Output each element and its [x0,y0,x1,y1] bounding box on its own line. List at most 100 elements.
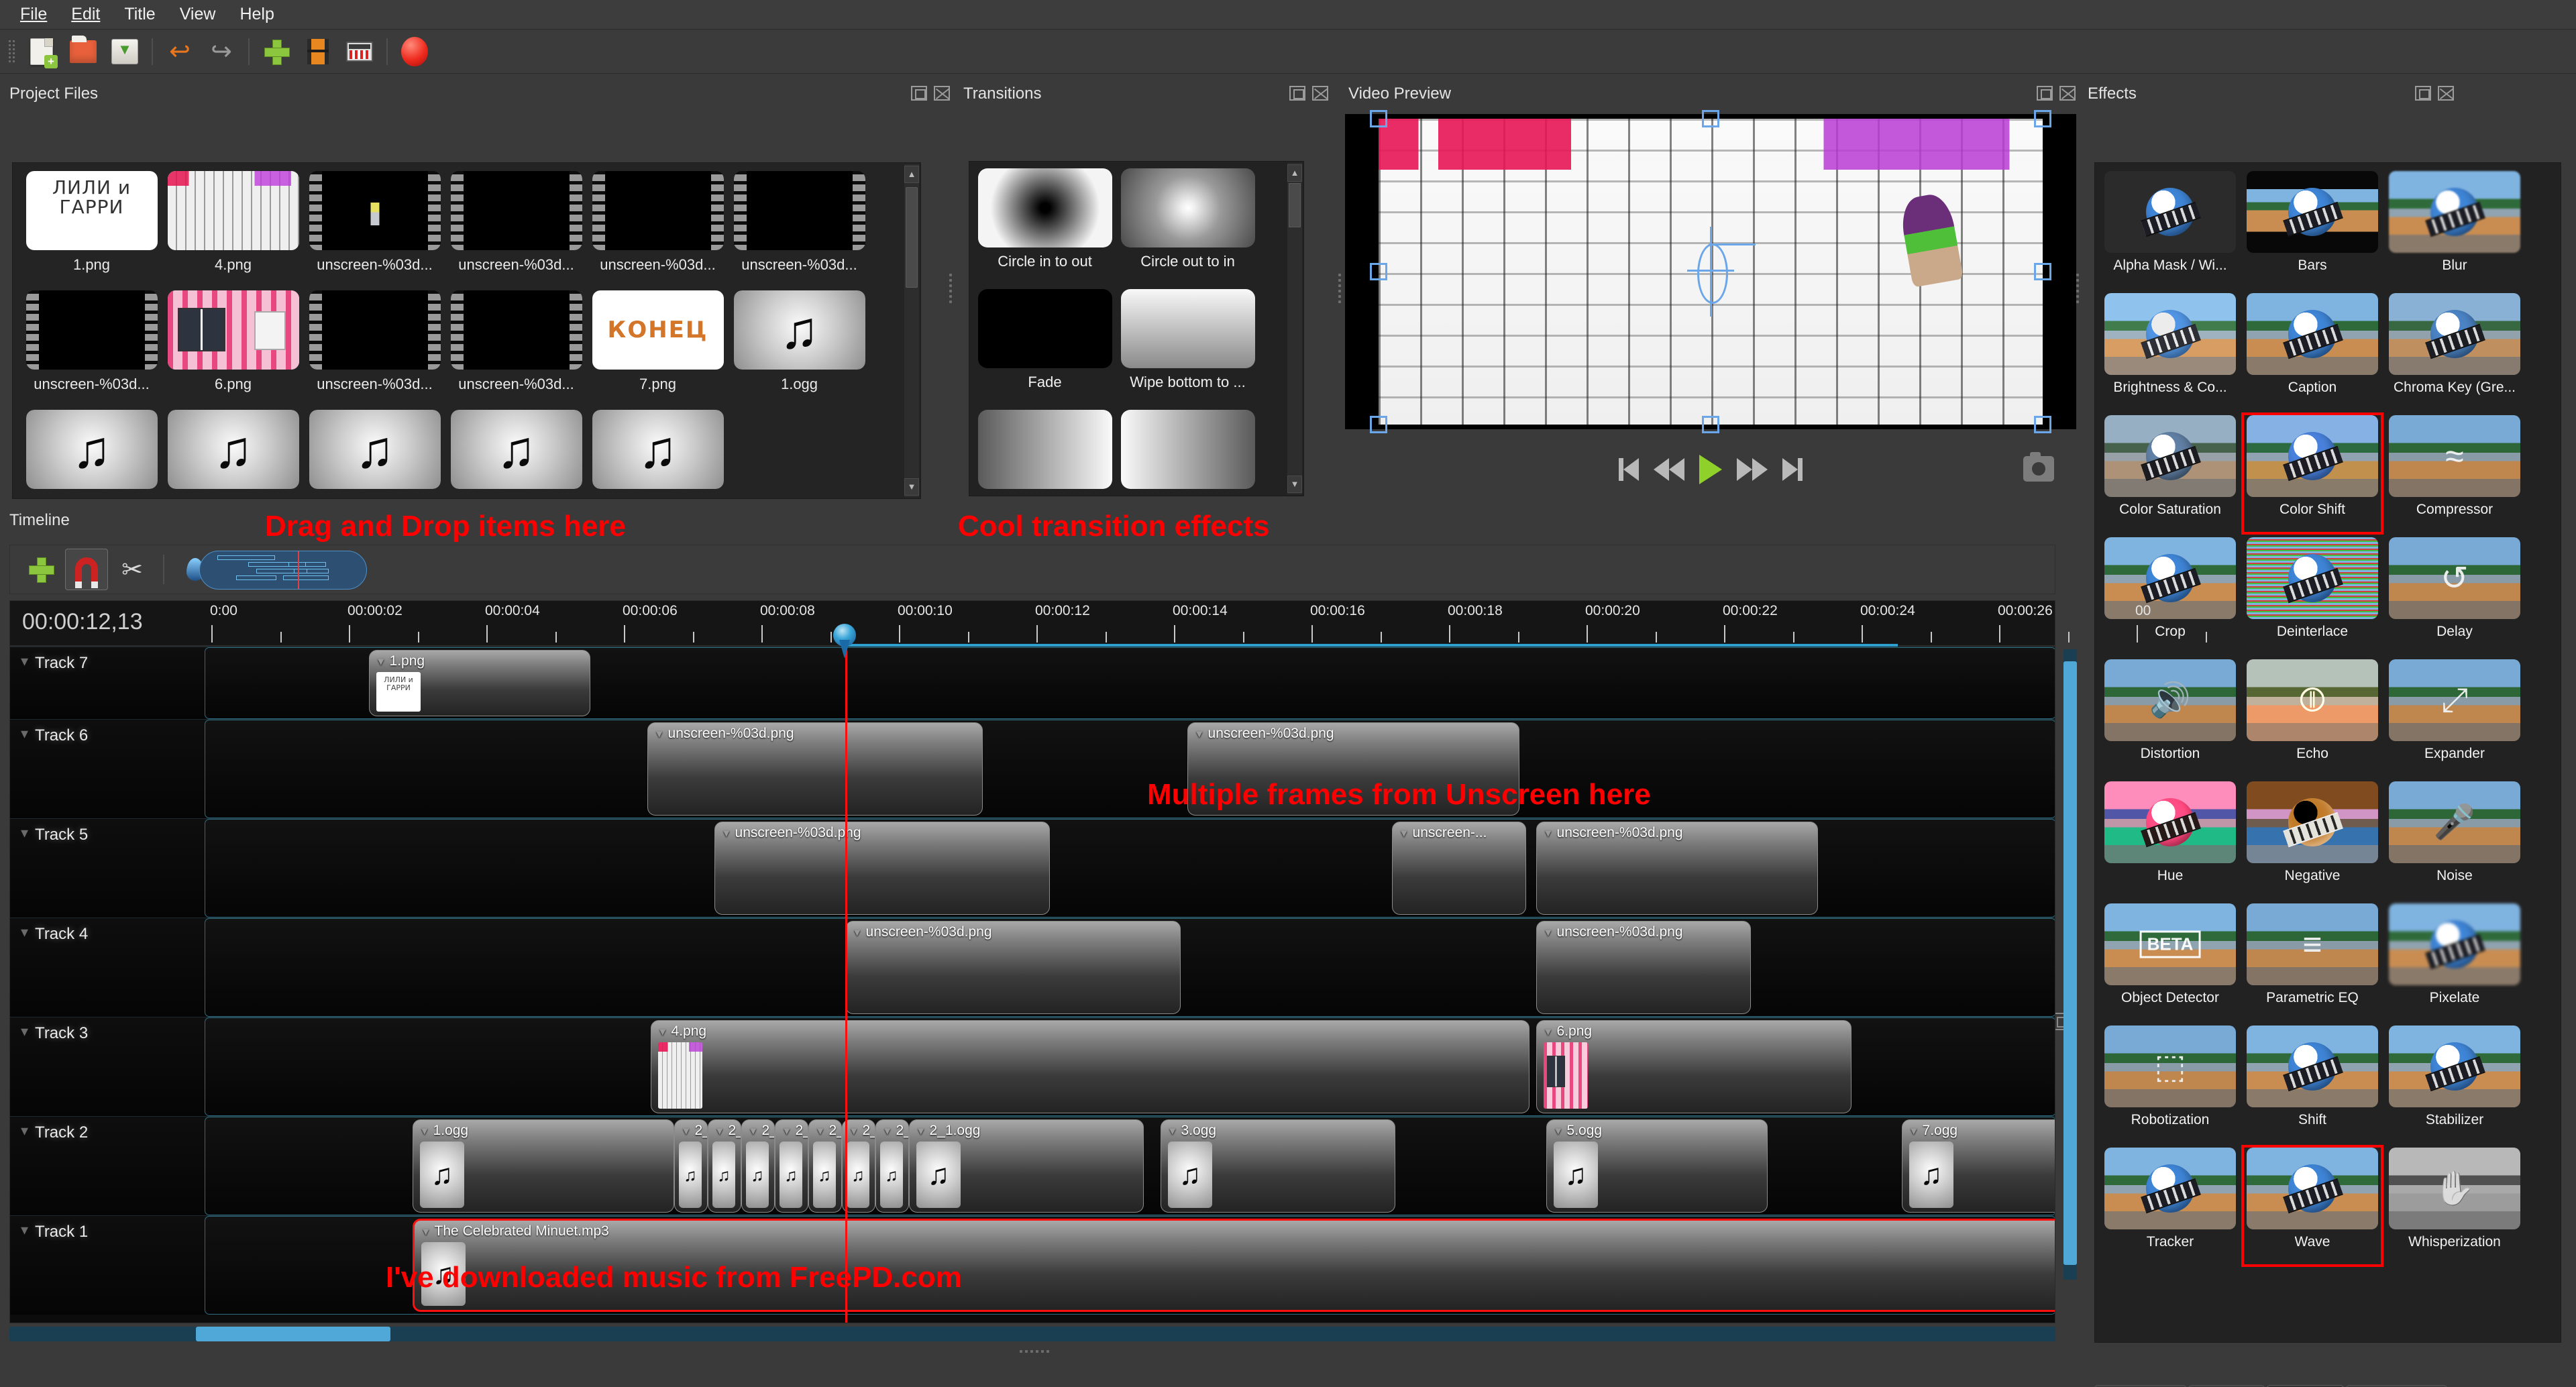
transform-handle-bl[interactable] [1370,416,1387,433]
scrollbar-thumb[interactable] [1289,183,1301,227]
effect-item[interactable]: Color Shift [2241,412,2383,535]
clip-caret-icon[interactable]: ▾ [854,925,861,940]
transition-item[interactable] [1116,406,1259,496]
new-project-button[interactable] [21,33,62,70]
track-caret-icon[interactable]: ▾ [21,826,28,840]
timeline-track[interactable]: ▾ Track 5 ▾ unscreen-%03d.png ▾ unscreen-... ▾… [10,818,2055,918]
rewind-button[interactable] [1654,458,1684,481]
effect-item[interactable]: 🎤 Noise [2383,779,2526,901]
scrollbar-thumb[interactable] [196,1327,390,1341]
open-project-button[interactable] [63,33,103,70]
menu-help[interactable]: Help [229,2,284,27]
timeline-clip[interactable]: ▾ 4.png [651,1020,1529,1113]
project-file-item[interactable]: 6.png [162,286,304,406]
clip-caret-icon[interactable]: ▾ [750,1123,757,1139]
project-file-item[interactable]: unscreen-%03d... [729,167,870,286]
effect-item[interactable]: Alpha Mask / Wi... [2099,168,2241,290]
transitions-scrollbar[interactable]: ▲ ▼ [1287,163,1302,494]
timeline-clip[interactable]: ▾ 7.ogg ♫ [1902,1119,2055,1213]
clip-caret-icon[interactable]: ▾ [1545,826,1552,841]
clip-caret-icon[interactable]: ▾ [784,1123,790,1139]
clip-caret-icon[interactable]: ▾ [378,654,384,669]
project-files-list[interactable]: ЛИЛИ и ГАРРИ 1.png 4.png unscreen-%03d... uns… [12,162,921,499]
track-header[interactable]: ▾ Track 1 [10,1216,205,1315]
effect-item[interactable]: BETA Object Detector [2099,901,2241,1023]
clip-caret-icon[interactable]: ▾ [1401,826,1407,841]
transform-handle-tc[interactable] [1702,110,1719,127]
project-file-item[interactable]: unscreen-%03d... [587,167,729,286]
project-file-item[interactable]: ♫ [445,406,587,498]
clip-caret-icon[interactable]: ▾ [659,1024,666,1040]
clip-caret-icon[interactable]: ▾ [884,1123,891,1139]
timeline-vertical-scrollbar[interactable] [2063,649,2077,1280]
transitions-list[interactable]: Circle in to out Circle out to in Fade Wipe… [969,161,1304,496]
timeline-clip[interactable]: ▾ 6.png [1536,1020,1851,1113]
project-file-item[interactable]: КОНЕЦ 7.png [587,286,729,406]
effect-item[interactable]: Caption [2241,290,2383,412]
timeline-clip[interactable]: ▾ unscreen-%03d.png [1536,822,1818,915]
project-file-item[interactable]: unscreen-%03d... [21,286,162,406]
razor-tool-button[interactable]: ✂ [111,549,154,590]
transition-item[interactable] [973,406,1116,496]
project-file-item[interactable]: ♫ 1.ogg [729,286,870,406]
clip-caret-icon[interactable]: ▾ [817,1123,824,1139]
timeline-clip[interactable]: ▾ 3.ogg ♫ [1161,1119,1395,1213]
timeline-horizontal-scrollbar[interactable] [9,1327,2055,1341]
project-file-item[interactable]: ♫ [21,406,162,498]
clip-caret-icon[interactable]: ▾ [1555,1123,1562,1139]
effect-item[interactable]: Color Saturation [2099,412,2241,535]
scrollbar-thumb[interactable] [2063,661,2077,1265]
clip-caret-icon[interactable]: ▾ [716,1123,723,1139]
fast-forward-button[interactable] [1737,458,1768,481]
transform-center-icon[interactable] [1687,227,1734,317]
timeline-clip[interactable]: ▾ 2_ ♫ [775,1119,808,1213]
track-header[interactable]: ▾ Track 7 [10,647,205,719]
menu-view[interactable]: View [169,2,227,27]
timeline-track[interactable]: ▾ Track 7 ▾ 1.png ЛИЛИ и ГАРРИ [10,647,2055,719]
timeline-track[interactable]: ▾ Track 6 ▾ unscreen-%03d.png ▾ unscreen-%03d… [10,719,2055,818]
effect-item[interactable]: Bars [2241,168,2383,290]
effect-item[interactable]: ≈ Compressor [2383,412,2526,535]
project-file-item[interactable]: unscreen-%03d... [445,167,587,286]
scroll-down-icon[interactable]: ▼ [904,478,919,496]
track-caret-icon[interactable]: ▾ [21,726,28,741]
transition-item[interactable]: Circle in to out [973,164,1116,285]
timeline-track[interactable]: ▾ Track 4 ▾ unscreen-%03d.png ▾ unscreen-%03d… [10,918,2055,1017]
clip-caret-icon[interactable]: ▾ [1545,1024,1552,1040]
close-panel-icon[interactable] [2438,86,2454,101]
track-body[interactable]: ▾ unscreen-%03d.png ▾ unscreen-%03d.png [205,720,2055,818]
scroll-up-icon[interactable]: ▲ [1287,164,1302,182]
clip-caret-icon[interactable]: ▾ [683,1123,690,1139]
clip-caret-icon[interactable]: ▾ [1545,925,1552,940]
scrollbar-thumb[interactable] [906,187,918,288]
effect-item[interactable]: Stabilizer [2383,1023,2526,1145]
timeline-clip[interactable]: ▾ 2_ ♫ [875,1119,909,1213]
effect-item[interactable]: Wave [2241,1145,2383,1267]
effect-item[interactable]: Chroma Key (Gre... [2383,290,2526,412]
timeline-ruler[interactable]: 00:00:12,13 0:00 00:00:02 00:00:04 00:00:06… [9,600,2207,646]
project-files-scrollbar[interactable]: ▲ ▼ [904,164,919,497]
effect-item[interactable]: ✋ Whisperization [2383,1145,2526,1267]
effect-item[interactable]: ⬚ Robotization [2099,1023,2241,1145]
export-video-button[interactable] [339,33,380,70]
transform-handle-br[interactable] [2034,416,2051,433]
effect-item[interactable]: Negative [2241,779,2383,901]
effect-item[interactable]: Shift [2241,1023,2383,1145]
timeline-clip[interactable]: ▾ unscreen-%03d.png [714,822,1050,915]
effect-item[interactable]: ↺ Delay [2383,535,2526,657]
effect-item[interactable]: Crop [2099,535,2241,657]
timeline-overview-map[interactable] [199,551,367,590]
play-button[interactable] [1699,455,1722,484]
video-preview-stage[interactable] [1345,110,2076,433]
track-header[interactable]: ▾ Track 4 [10,918,205,1017]
timeline-clip[interactable]: ▾ 2_ ♫ [808,1119,842,1213]
menu-edit[interactable]: Edit [60,2,111,27]
close-panel-icon[interactable] [1312,86,1328,101]
close-panel-icon[interactable] [934,86,950,101]
jump-start-button[interactable] [1619,458,1639,481]
effect-item[interactable]: Brightness & Co... [2099,290,2241,412]
effects-list[interactable]: Alpha Mask / Wi... Bars Blur Brightness & C… [2094,162,2561,1343]
clip-caret-icon[interactable]: ▾ [656,726,663,742]
project-file-item[interactable]: ♫ [162,406,304,498]
timeline-clip[interactable]: ▾ unscreen-%03d.png [647,722,983,816]
